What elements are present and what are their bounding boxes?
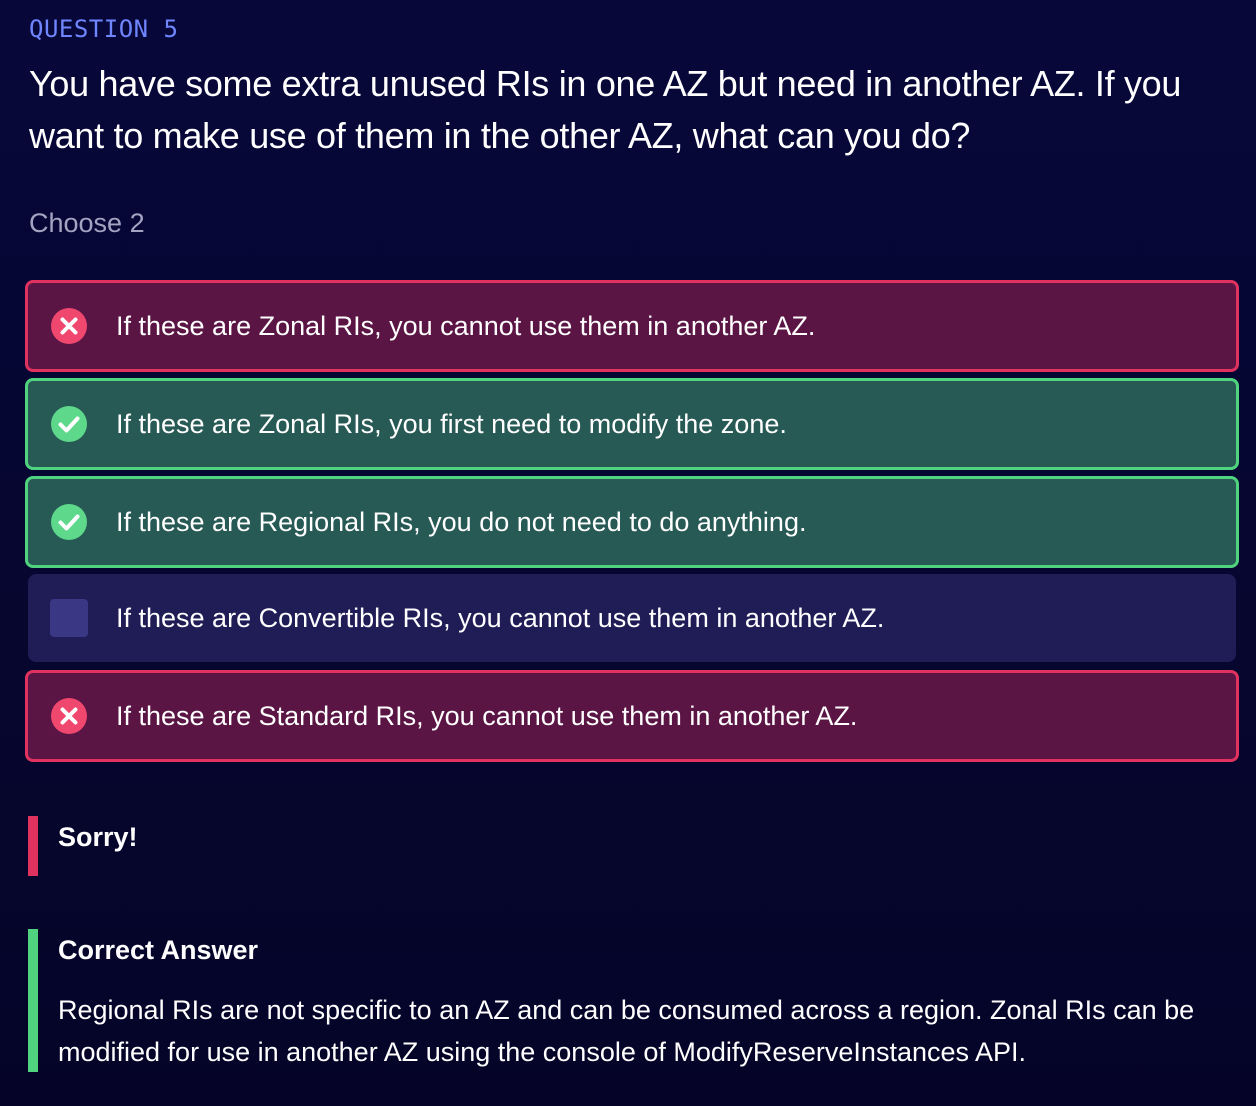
correct-answer-explanation: Regional RIs are not specific to an AZ a… [58,995,1195,1067]
answer-option-3[interactable]: If these are Regional RIs, you do not ne… [25,476,1239,568]
answer-option-5[interactable]: If these are Standard RIs, you cannot us… [25,670,1239,762]
choose-instruction: Choose 2 [29,208,145,238]
answer-option-label: If these are Standard RIs, you cannot us… [116,700,858,731]
correct-answer-panel: Correct Answer Regional RIs are not spec… [28,929,1228,1072]
checkbox-icon[interactable] [50,599,88,637]
answer-option-label: If these are Zonal RIs, you cannot use t… [116,310,816,341]
check-circle-icon [50,405,88,443]
x-circle-icon [50,697,88,735]
result-title: Sorry! [58,822,138,852]
result-feedback: Sorry! [28,816,138,876]
answer-option-label: If these are Convertible RIs, you cannot… [116,602,885,633]
answer-option-label: If these are Zonal RIs, you first need t… [116,408,787,439]
answer-options: If these are Zonal RIs, you cannot use t… [25,280,1239,768]
answer-option-2[interactable]: If these are Zonal RIs, you first need t… [25,378,1239,470]
check-circle-icon [50,503,88,541]
correct-answer-title: Correct Answer [58,935,259,965]
answer-option-1[interactable]: If these are Zonal RIs, you cannot use t… [25,280,1239,372]
answer-option-label: If these are Regional RIs, you do not ne… [116,506,807,537]
question-number: QUESTION 5 [29,15,179,43]
answer-option-4[interactable]: If these are Convertible RIs, you cannot… [28,574,1236,662]
x-circle-icon [50,307,88,345]
question-text: You have some extra unused RIs in one AZ… [29,63,1182,156]
